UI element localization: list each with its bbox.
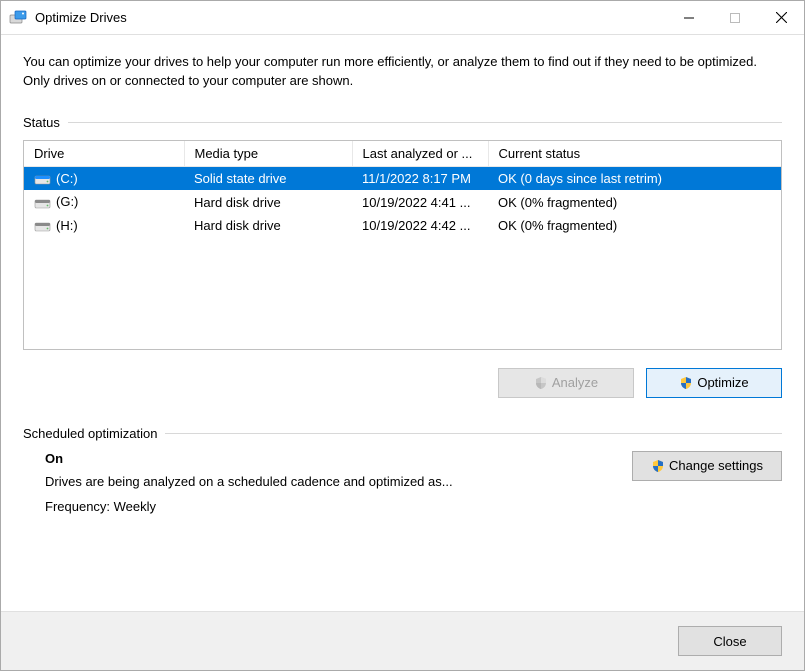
action-buttons: Analyze Optimize: [23, 368, 782, 398]
divider: [68, 122, 782, 123]
window-title: Optimize Drives: [35, 10, 666, 25]
table-row[interactable]: (C:) Solid state drive11/1/2022 8:17 PMOK…: [24, 166, 781, 190]
scheduled-description: Drives are being analyzed on a scheduled…: [45, 474, 612, 489]
scheduled-section-header: Scheduled optimization: [23, 426, 782, 441]
cell-current-status: OK (0 days since last retrim): [488, 166, 781, 190]
analyze-label: Analyze: [552, 375, 598, 390]
drive-label: (C:): [56, 171, 78, 186]
optimize-label: Optimize: [697, 375, 748, 390]
drive-icon: [34, 219, 52, 233]
table-header-row: Drive Media type Last analyzed or ... Cu…: [24, 141, 781, 167]
cell-media-type: Solid state drive: [184, 166, 352, 190]
scheduled-text: On Drives are being analyzed on a schedu…: [23, 451, 612, 514]
close-window-button[interactable]: [758, 1, 804, 34]
app-icon: [9, 9, 27, 27]
drive-icon: [34, 196, 52, 210]
status-section-header: Status: [23, 115, 782, 130]
col-current-status[interactable]: Current status: [488, 141, 781, 167]
description-text: You can optimize your drives to help you…: [23, 53, 782, 91]
scheduled-body: On Drives are being analyzed on a schedu…: [23, 451, 782, 514]
divider: [165, 433, 782, 434]
status-label: Status: [23, 115, 60, 130]
close-button[interactable]: Close: [678, 626, 782, 656]
analyze-button: Analyze: [498, 368, 634, 398]
optimize-drives-window: Optimize Drives You can optimize your dr…: [0, 0, 805, 671]
drive-label: (G:): [56, 194, 78, 209]
drive-label: (H:): [56, 218, 78, 233]
col-last-analyzed[interactable]: Last analyzed or ...: [352, 141, 488, 167]
shield-icon: [651, 459, 665, 473]
shield-icon: [534, 376, 548, 390]
cell-drive: (G:): [24, 190, 184, 214]
scheduled-frequency: Frequency: Weekly: [45, 499, 612, 514]
cell-last-analyzed: 11/1/2022 8:17 PM: [352, 166, 488, 190]
footer: Close: [1, 611, 804, 670]
table-row[interactable]: (H:) Hard disk drive10/19/2022 4:42 ...OK…: [24, 214, 781, 238]
drive-icon: [34, 172, 52, 186]
shield-icon: [679, 376, 693, 390]
close-label: Close: [713, 634, 746, 649]
maximize-button: [712, 1, 758, 34]
drive-list[interactable]: Drive Media type Last analyzed or ... Cu…: [23, 140, 782, 350]
scheduled-on-label: On: [45, 451, 612, 466]
content-area: You can optimize your drives to help you…: [1, 35, 804, 611]
cell-drive: (C:): [24, 166, 184, 190]
change-settings-button[interactable]: Change settings: [632, 451, 782, 481]
cell-current-status: OK (0% fragmented): [488, 190, 781, 214]
change-settings-label: Change settings: [669, 458, 763, 473]
cell-current-status: OK (0% fragmented): [488, 214, 781, 238]
cell-media-type: Hard disk drive: [184, 190, 352, 214]
cell-last-analyzed: 10/19/2022 4:42 ...: [352, 214, 488, 238]
cell-last-analyzed: 10/19/2022 4:41 ...: [352, 190, 488, 214]
col-drive[interactable]: Drive: [24, 141, 184, 167]
optimize-button[interactable]: Optimize: [646, 368, 782, 398]
scheduled-label: Scheduled optimization: [23, 426, 157, 441]
col-media-type[interactable]: Media type: [184, 141, 352, 167]
minimize-button[interactable]: [666, 1, 712, 34]
cell-media-type: Hard disk drive: [184, 214, 352, 238]
window-controls: [666, 1, 804, 34]
cell-drive: (H:): [24, 214, 184, 238]
titlebar: Optimize Drives: [1, 1, 804, 35]
table-row[interactable]: (G:) Hard disk drive10/19/2022 4:41 ...OK…: [24, 190, 781, 214]
